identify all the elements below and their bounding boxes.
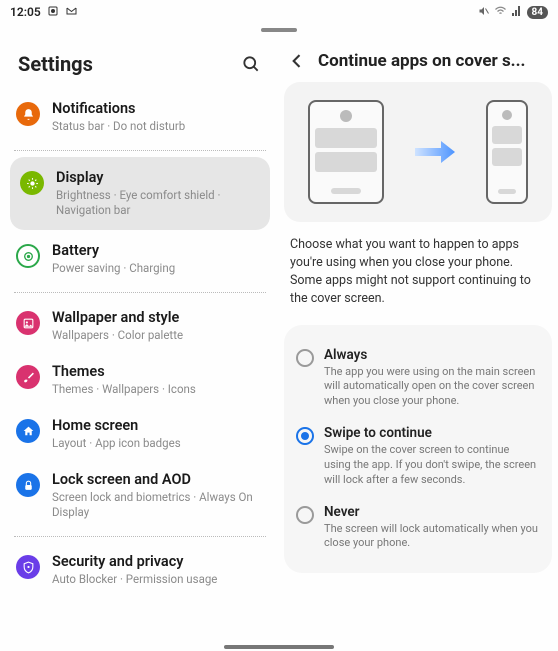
sidebar-item-lock[interactable]: Lock screen and AOD Screen lock and biom… [0,461,280,530]
battery-badge: 84 [527,6,548,19]
sidebar-item-sub: Screen lock and biometrics · Always On D… [52,490,266,520]
sidebar-item-notifications[interactable]: Notifications Status bar · Do not distur… [0,90,280,144]
chevron-left-icon [287,51,307,71]
detail-description: Choose what you want to happen to apps y… [284,222,552,325]
sidebar-item-sub: Brightness · Eye comfort shield · Naviga… [56,188,260,218]
sun-icon [20,171,44,195]
sidebar-item-label: Lock screen and AOD [52,471,266,489]
phone-cover-illustration [486,100,528,204]
status-bar: 12:05 84 [0,0,558,24]
radio-icon [296,349,314,367]
settings-list-panel: Settings Notifications Status bar · Do n… [0,36,280,645]
sidebar-item-themes[interactable]: Themes Themes · Wallpapers · Icons [0,353,280,407]
option-title: Swipe to continue [324,425,538,441]
camera-status-icon [47,5,59,20]
option-sub: Swipe on the cover screen to continue us… [324,443,538,488]
option-always[interactable]: Always The app you were using on the mai… [292,339,542,418]
sidebar-item-label: Home screen [52,417,266,435]
option-sub: The app you were using on the main scree… [324,365,538,410]
sidebar-item-label: Security and privacy [52,553,266,571]
home-icon [16,419,40,443]
wifi-icon [494,5,507,20]
illustration-card [284,82,552,222]
status-time: 12:05 [10,5,41,19]
back-button[interactable] [286,50,308,72]
brush-icon [16,365,40,389]
sidebar-item-home[interactable]: Home screen Layout · App icon badges [0,407,280,461]
radio-icon [296,506,314,524]
search-icon [241,54,261,74]
mail-status-icon [65,5,78,20]
image-icon [16,311,40,335]
nav-gesture-bar[interactable] [0,645,558,649]
bell-icon [16,102,40,126]
sidebar-item-sub: Layout · App icon badges [52,436,266,451]
sidebar-item-security[interactable]: Security and privacy Auto Blocker · Perm… [0,543,280,597]
lock-icon [16,473,40,497]
sidebar-item-label: Notifications [52,100,266,118]
sidebar-item-display[interactable]: Display Brightness · Eye comfort shield … [10,157,270,230]
sidebar-item-wallpaper[interactable]: Wallpaper and style Wallpapers · Color p… [0,299,280,353]
sidebar-item-sub: Wallpapers · Color palette [52,328,266,343]
separator [14,536,266,537]
page-title: Settings [18,52,93,76]
detail-title: Continue apps on cover s... [318,51,525,71]
sidebar-item-label: Display [56,169,260,187]
option-title: Always [324,347,538,363]
separator [14,150,266,151]
sidebar-item-sub: Status bar · Do not disturb [52,119,266,134]
option-never[interactable]: Never The screen will lock automatically… [292,496,542,560]
option-sub: The screen will lock automatically when … [324,522,538,552]
separator [14,292,266,293]
arrow-right-icon [413,138,457,166]
phone-main-illustration [308,100,384,204]
shield-icon [16,555,40,579]
sidebar-item-sub: Auto Blocker · Permission usage [52,572,266,587]
mute-icon [478,5,490,20]
sidebar-item-sub: Themes · Wallpapers · Icons [52,382,266,397]
sidebar-item-label: Wallpaper and style [52,309,266,327]
sidebar-item-sub: Power saving · Charging [52,261,266,276]
drag-handle[interactable] [0,24,558,36]
radio-checked-icon [296,427,314,445]
signal-icon [511,5,523,20]
search-button[interactable] [240,53,262,75]
option-title: Never [324,504,538,520]
battery-icon [16,244,40,268]
options-group: Always The app you were using on the mai… [284,325,552,574]
sidebar-item-label: Battery [52,242,266,260]
sidebar-item-label: Themes [52,363,266,381]
sidebar-item-battery[interactable]: Battery Power saving · Charging [0,232,280,286]
detail-panel: Continue apps on cover s... Choose what … [280,36,558,645]
option-swipe[interactable]: Swipe to continue Swipe on the cover scr… [292,417,542,496]
